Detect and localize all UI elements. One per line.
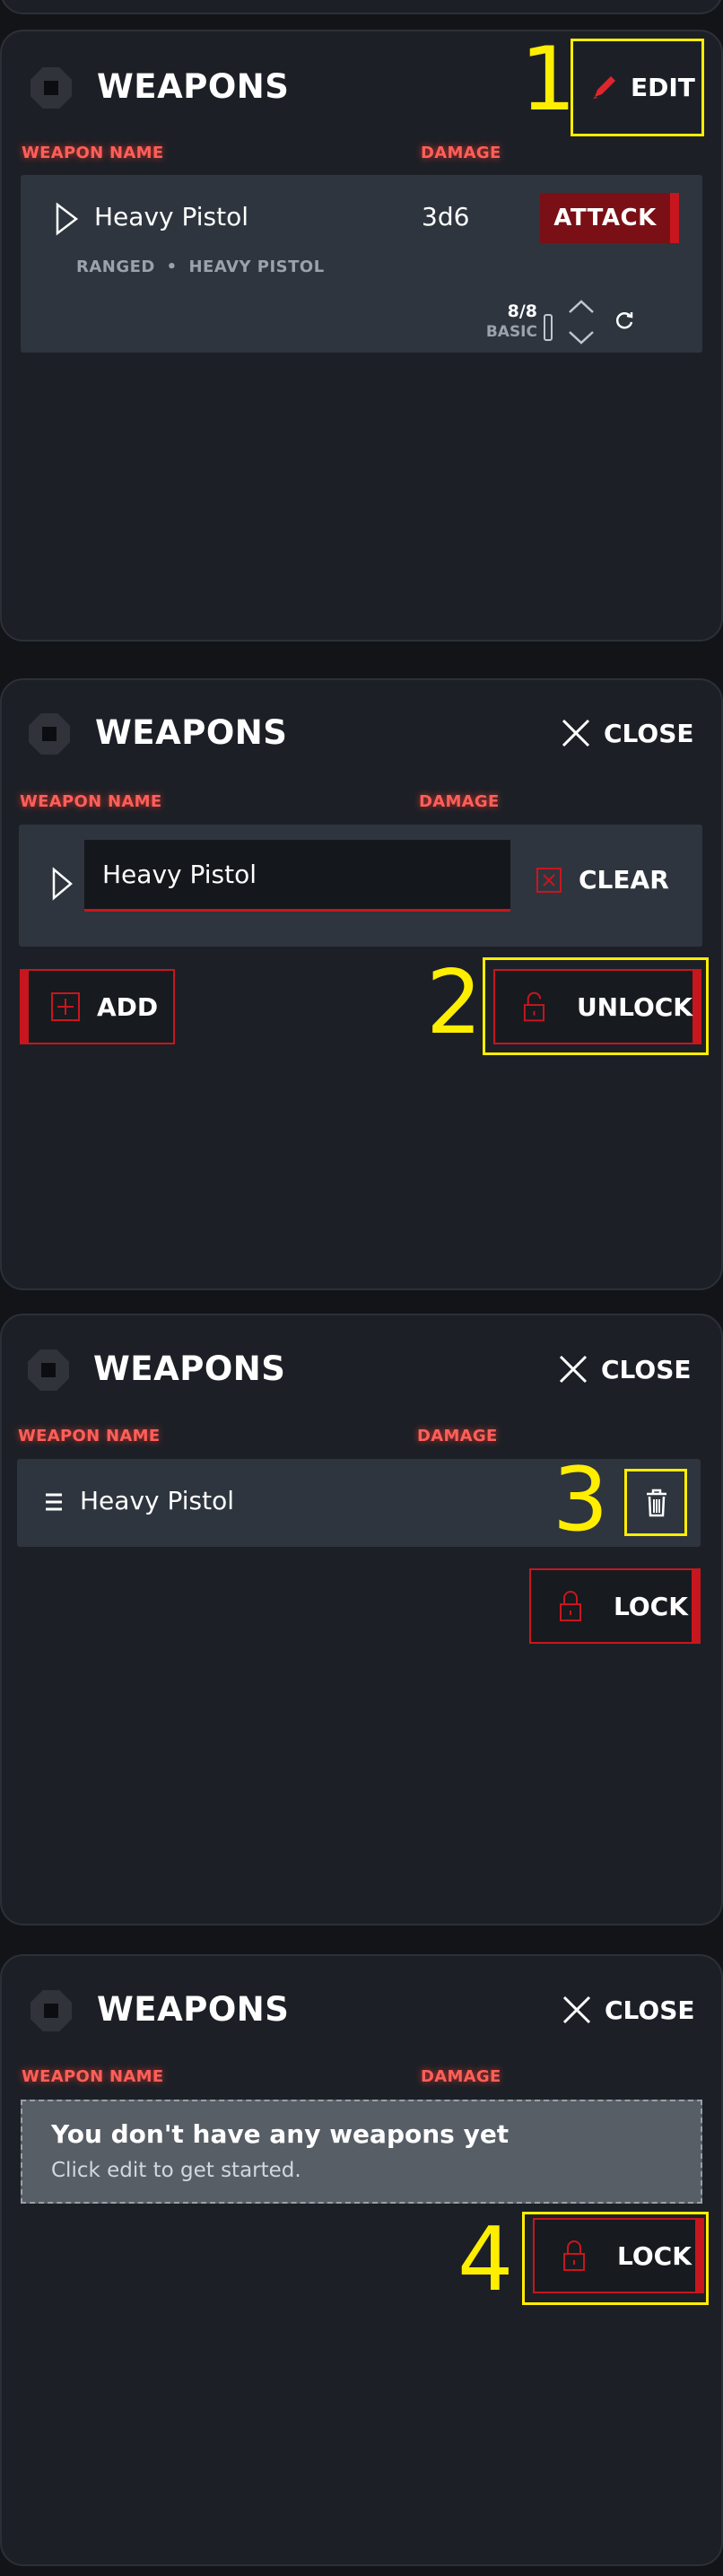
annotation-number-1: 1: [520, 29, 577, 131]
annotation-box-2: [483, 957, 709, 1055]
weapon-damage: 3d6: [422, 202, 470, 231]
annotation-number-2: 2: [426, 952, 483, 1054]
column-weapon-name: WEAPON NAME: [20, 792, 162, 811]
weapon-subtitle: RANGED • HEAVY PISTOL: [76, 258, 325, 276]
lock-icon: [560, 1591, 581, 1621]
column-damage: DAMAGE: [417, 1427, 498, 1445]
add-button[interactable]: ADD: [20, 969, 175, 1044]
panel-title: WEAPONS: [93, 1349, 286, 1388]
play-icon[interactable]: [55, 202, 80, 236]
empty-state: You don't have any weapons yet Click edi…: [21, 2100, 702, 2204]
close-button[interactable]: CLOSE: [561, 718, 694, 748]
reload-icon[interactable]: [613, 309, 636, 332]
column-weapon-name: WEAPON NAME: [22, 2067, 164, 2086]
close-icon: [562, 719, 590, 747]
ammo-gauge: [544, 314, 553, 341]
annotation-box-4: [522, 2212, 709, 2305]
close-label: CLOSE: [604, 718, 694, 748]
weapon-name-input[interactable]: Heavy Pistol: [84, 840, 510, 912]
column-weapon-name: WEAPON NAME: [22, 144, 164, 162]
panel-title: WEAPONS: [97, 1990, 290, 2029]
empty-state-subtitle: Click edit to get started.: [51, 2159, 301, 2182]
weapon-row: Heavy Pistol 3d6 ATTACK RANGED • HEAVY P…: [21, 175, 702, 353]
column-weapon-name: WEAPON NAME: [18, 1427, 161, 1445]
weapon-category: RANGED: [76, 258, 155, 276]
annotation-box-1: [571, 39, 704, 136]
chevron-down-icon[interactable]: [568, 329, 595, 345]
annotation-number-4: 4: [457, 2209, 514, 2311]
close-label: CLOSE: [601, 1354, 692, 1384]
close-button[interactable]: CLOSE: [562, 1995, 695, 2025]
play-icon[interactable]: [51, 867, 74, 901]
add-label: ADD: [97, 991, 159, 1022]
annotation-box-3: [624, 1469, 687, 1536]
empty-state-title: You don't have any weapons yet: [51, 2119, 510, 2149]
drag-handle-icon[interactable]: [44, 1491, 64, 1513]
hexagon-icon: [30, 1990, 72, 2031]
column-damage: DAMAGE: [419, 792, 500, 811]
ammo-count: 8/8: [507, 301, 537, 321]
weapon-name[interactable]: Heavy Pistol: [94, 202, 248, 231]
previous-panel-edge: [0, 0, 723, 14]
hexagon-icon: [28, 1349, 69, 1391]
clear-button[interactable]: CLEAR: [536, 865, 669, 895]
close-icon: [562, 1995, 591, 2024]
panel-title: WEAPONS: [95, 713, 288, 752]
attack-button[interactable]: ATTACK: [540, 193, 679, 243]
lock-label: LOCK: [614, 1591, 688, 1621]
weapon-name: Heavy Pistol: [80, 1486, 235, 1515]
separator: •: [166, 258, 178, 276]
column-damage: DAMAGE: [421, 144, 501, 162]
chevron-up-icon[interactable]: [568, 299, 595, 315]
weapon-edit-row: Heavy Pistol CLEAR: [19, 825, 702, 947]
plus-icon: [51, 992, 80, 1021]
hexagon-icon: [30, 67, 72, 109]
clear-label: CLEAR: [579, 865, 669, 895]
panel-title: WEAPONS: [97, 67, 290, 106]
weapons-panel-reorder: WEAPONS CLOSE WEAPON NAME DAMAGE Heavy P…: [0, 1314, 723, 1925]
annotation-number-3: 3: [553, 1449, 609, 1551]
weapon-subtype: HEAVY PISTOL: [188, 258, 325, 276]
column-damage: DAMAGE: [421, 2067, 501, 2086]
close-label: CLOSE: [605, 1995, 695, 2025]
clear-icon: [536, 867, 562, 893]
ammo-type: BASIC: [485, 323, 537, 341]
close-icon: [559, 1355, 588, 1384]
hexagon-icon: [29, 713, 70, 755]
lock-button[interactable]: LOCK: [529, 1568, 701, 1644]
close-button[interactable]: CLOSE: [558, 1354, 692, 1384]
